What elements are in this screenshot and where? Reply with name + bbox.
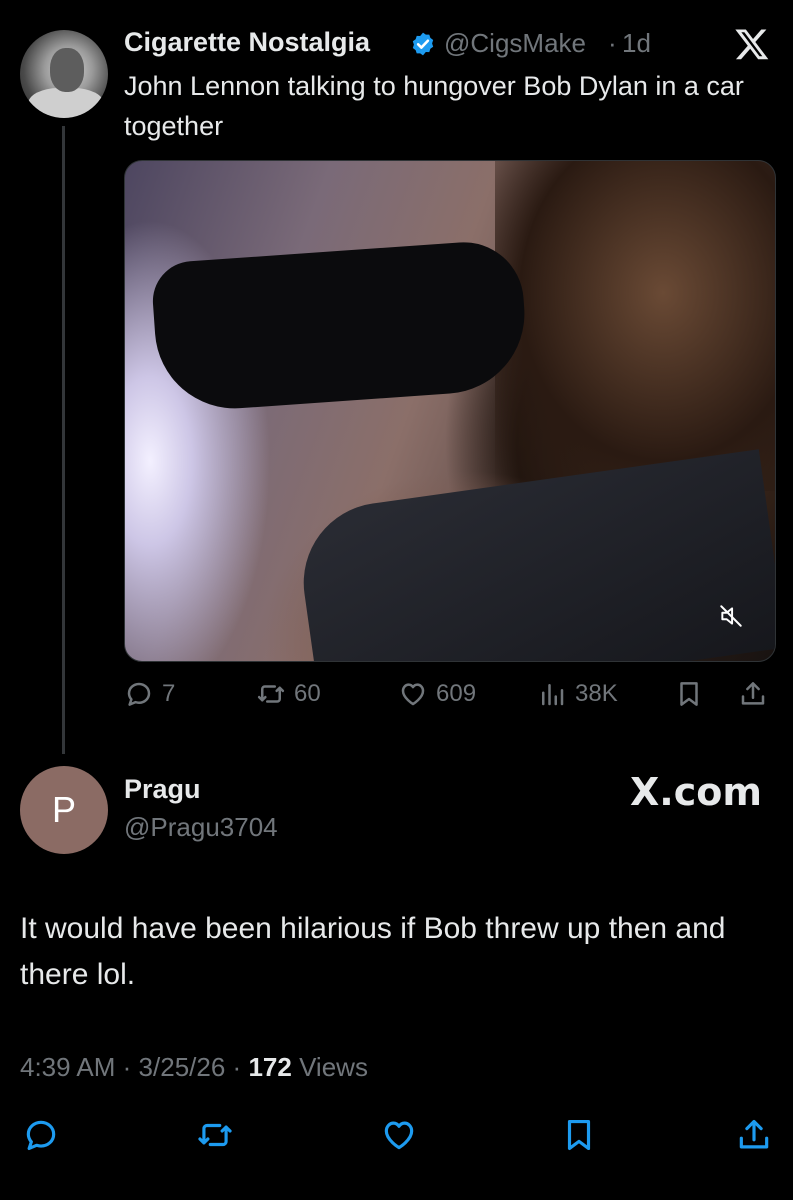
separator-dot: · (122, 1052, 132, 1082)
reply-views-label[interactable]: Views (299, 1052, 368, 1082)
x-logo-icon[interactable] (734, 26, 770, 62)
author-name[interactable]: Cigarette Nostalgia (124, 27, 370, 58)
author-handle[interactable]: @CigsMake (444, 28, 586, 59)
share-icon (739, 1119, 769, 1149)
retweet-icon (257, 685, 285, 703)
reply-metadata: 4:39 AM · 3/25/26 · 172 Views (20, 1052, 368, 1083)
views-count: 38K (575, 680, 618, 707)
bookmark-icon (567, 1119, 591, 1151)
post-text: John Lennon talking to hungover Bob Dyla… (124, 71, 744, 141)
retweet-button[interactable] (196, 1116, 234, 1154)
reply-button[interactable] (22, 1116, 60, 1154)
reply-author-name[interactable]: Pragu (124, 774, 201, 805)
reply-icon (26, 1120, 56, 1151)
separator-dot: · (232, 1052, 242, 1082)
reply-date[interactable]: 3/25/26 (139, 1052, 226, 1082)
video-frame-sunglasses (150, 238, 530, 414)
x-com-brand: X.com (630, 770, 762, 814)
reply-action[interactable]: 7 (124, 676, 175, 712)
avatar-photo-face (50, 48, 84, 92)
like-icon (384, 1121, 414, 1150)
reply-author-avatar[interactable]: P (20, 766, 108, 854)
retweet-icon (198, 1123, 232, 1147)
reply-count: 7 (162, 680, 176, 707)
bookmark-button[interactable] (560, 1116, 598, 1154)
post-time[interactable]: 1d (622, 28, 651, 59)
video-frame-hair (495, 161, 775, 491)
reply-views-count: 172 (248, 1052, 292, 1082)
reply-icon (127, 682, 151, 706)
reply-time[interactable]: 4:39 AM (20, 1052, 115, 1082)
like-icon (401, 683, 425, 706)
retweet-action[interactable]: 60 (256, 676, 321, 712)
reply-author-handle[interactable]: @Pragu3704 (124, 812, 278, 843)
share-icon (741, 682, 765, 705)
bookmark-action[interactable] (674, 676, 704, 712)
video-frame-jacket (293, 449, 775, 661)
like-action[interactable]: 609 (398, 676, 476, 712)
retweet-count: 60 (294, 680, 321, 707)
views-action[interactable]: 38K (537, 676, 618, 712)
like-button[interactable] (380, 1116, 418, 1154)
thread-connector-line (62, 126, 65, 754)
avatar-photo-shirt (28, 88, 104, 118)
reply-text: It would have been hilarious if Bob thre… (20, 912, 726, 991)
share-action[interactable] (738, 676, 768, 712)
video-media[interactable] (124, 160, 776, 662)
author-avatar[interactable] (20, 30, 108, 118)
muted-speaker-icon[interactable] (718, 603, 744, 629)
share-button[interactable] (735, 1116, 773, 1154)
verified-badge-icon (412, 32, 434, 56)
like-count: 609 (436, 680, 477, 707)
separator-dot: · (608, 28, 617, 58)
views-icon (542, 684, 564, 706)
bookmark-icon (680, 682, 698, 706)
